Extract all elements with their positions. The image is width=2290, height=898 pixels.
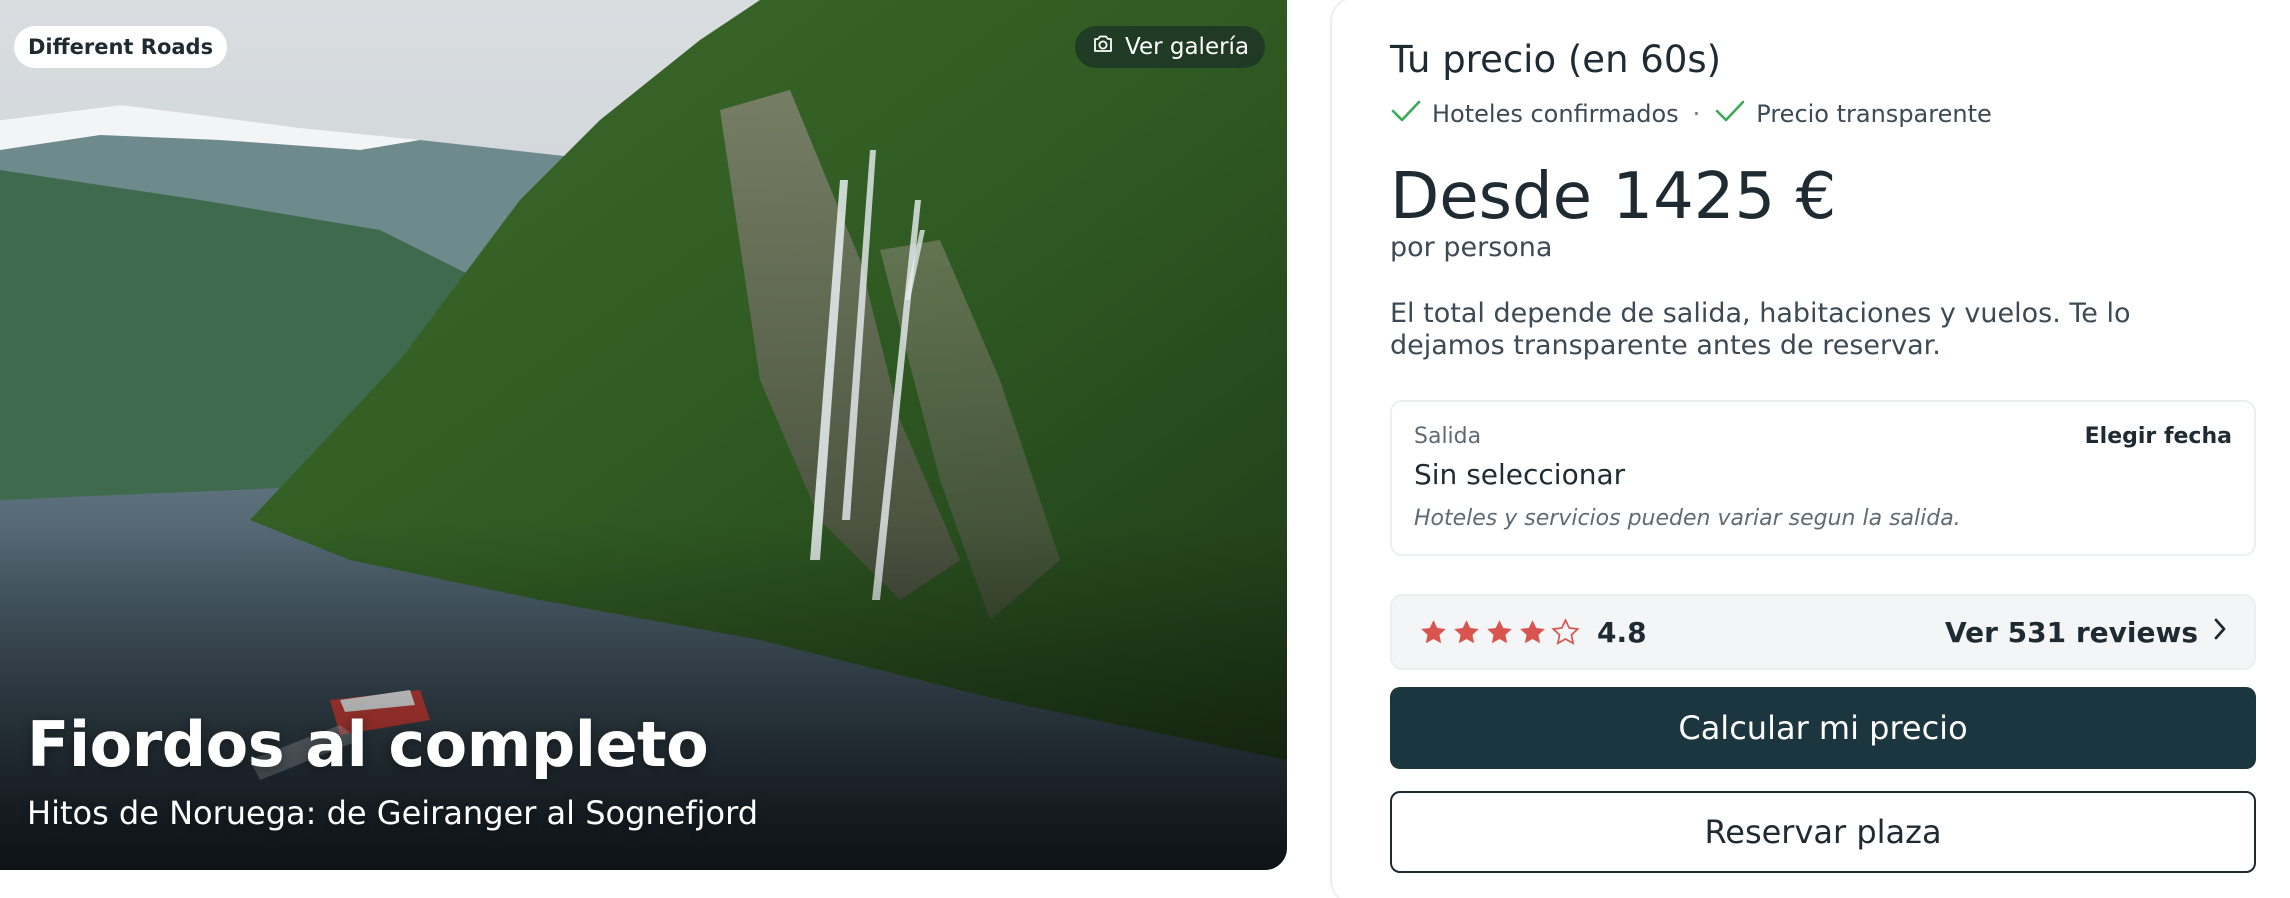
- star-rating: [1418, 617, 1581, 648]
- panel-title: Tu precio (en 60s): [1390, 38, 1722, 81]
- calculate-price-button[interactable]: Calcular mi precio: [1390, 687, 2256, 769]
- departure-note: Hoteles y servicios pueden variar segun …: [1414, 506, 1961, 531]
- star-icon: [1520, 619, 1545, 643]
- choose-date-link[interactable]: Elegir fecha: [2085, 424, 2232, 449]
- badge-separator: ·: [1692, 100, 1701, 128]
- price-description: El total depende de salida, habitaciones…: [1390, 298, 2131, 361]
- gallery-label: Ver galería: [1125, 34, 1250, 60]
- price-from: Desde 1425 €: [1390, 160, 1837, 234]
- camera-icon: [1091, 32, 1115, 62]
- reviews-label: Ver 531 reviews: [1944, 615, 2198, 649]
- badge-hotels-confirmed: Hoteles confirmados: [1390, 98, 1679, 130]
- departure-value: Sin seleccionar: [1414, 458, 1626, 491]
- price-unit: por persona: [1390, 232, 1553, 263]
- view-reviews-link[interactable]: Ver 531 reviews: [1945, 616, 2228, 649]
- check-icon: [1714, 98, 1746, 130]
- hero-card: Different Roads Ver galería Fiordos al c…: [0, 0, 1287, 870]
- star-icon: [1421, 619, 1446, 643]
- brand-badge: Different Roads: [14, 26, 228, 68]
- star-icon: [1487, 619, 1512, 643]
- star-icon: [1454, 619, 1479, 643]
- chevron-right-icon: [2212, 616, 2228, 649]
- tour-subtitle: Hitos de Noruega: de Geiranger al Sognef…: [27, 794, 759, 832]
- price-panel: Tu precio (en 60s) Hoteles confirmados ·…: [1330, 0, 2290, 898]
- trust-badges: Hoteles confirmados · Precio transparent…: [1390, 98, 1992, 130]
- book-seat-button[interactable]: Reservar plaza: [1390, 791, 2256, 873]
- check-icon: [1390, 98, 1422, 130]
- badge-label: Hoteles confirmados: [1432, 100, 1679, 128]
- departure-selector[interactable]: Salida Elegir fecha Sin seleccionar Hote…: [1390, 400, 2256, 556]
- star-icon: [1551, 617, 1580, 645]
- brand-name: Different Roads: [28, 35, 214, 59]
- gallery-button[interactable]: Ver galería: [1075, 26, 1266, 68]
- tour-title: Fiordos al completo: [27, 708, 709, 781]
- rating-score: 4.8: [1597, 615, 1647, 649]
- rating-bar: 4.8 Ver 531 reviews: [1390, 594, 2256, 670]
- badge-transparent-price: Precio transparente: [1714, 98, 1992, 130]
- departure-label: Salida: [1414, 424, 1482, 449]
- badge-label: Precio transparente: [1756, 100, 1992, 128]
